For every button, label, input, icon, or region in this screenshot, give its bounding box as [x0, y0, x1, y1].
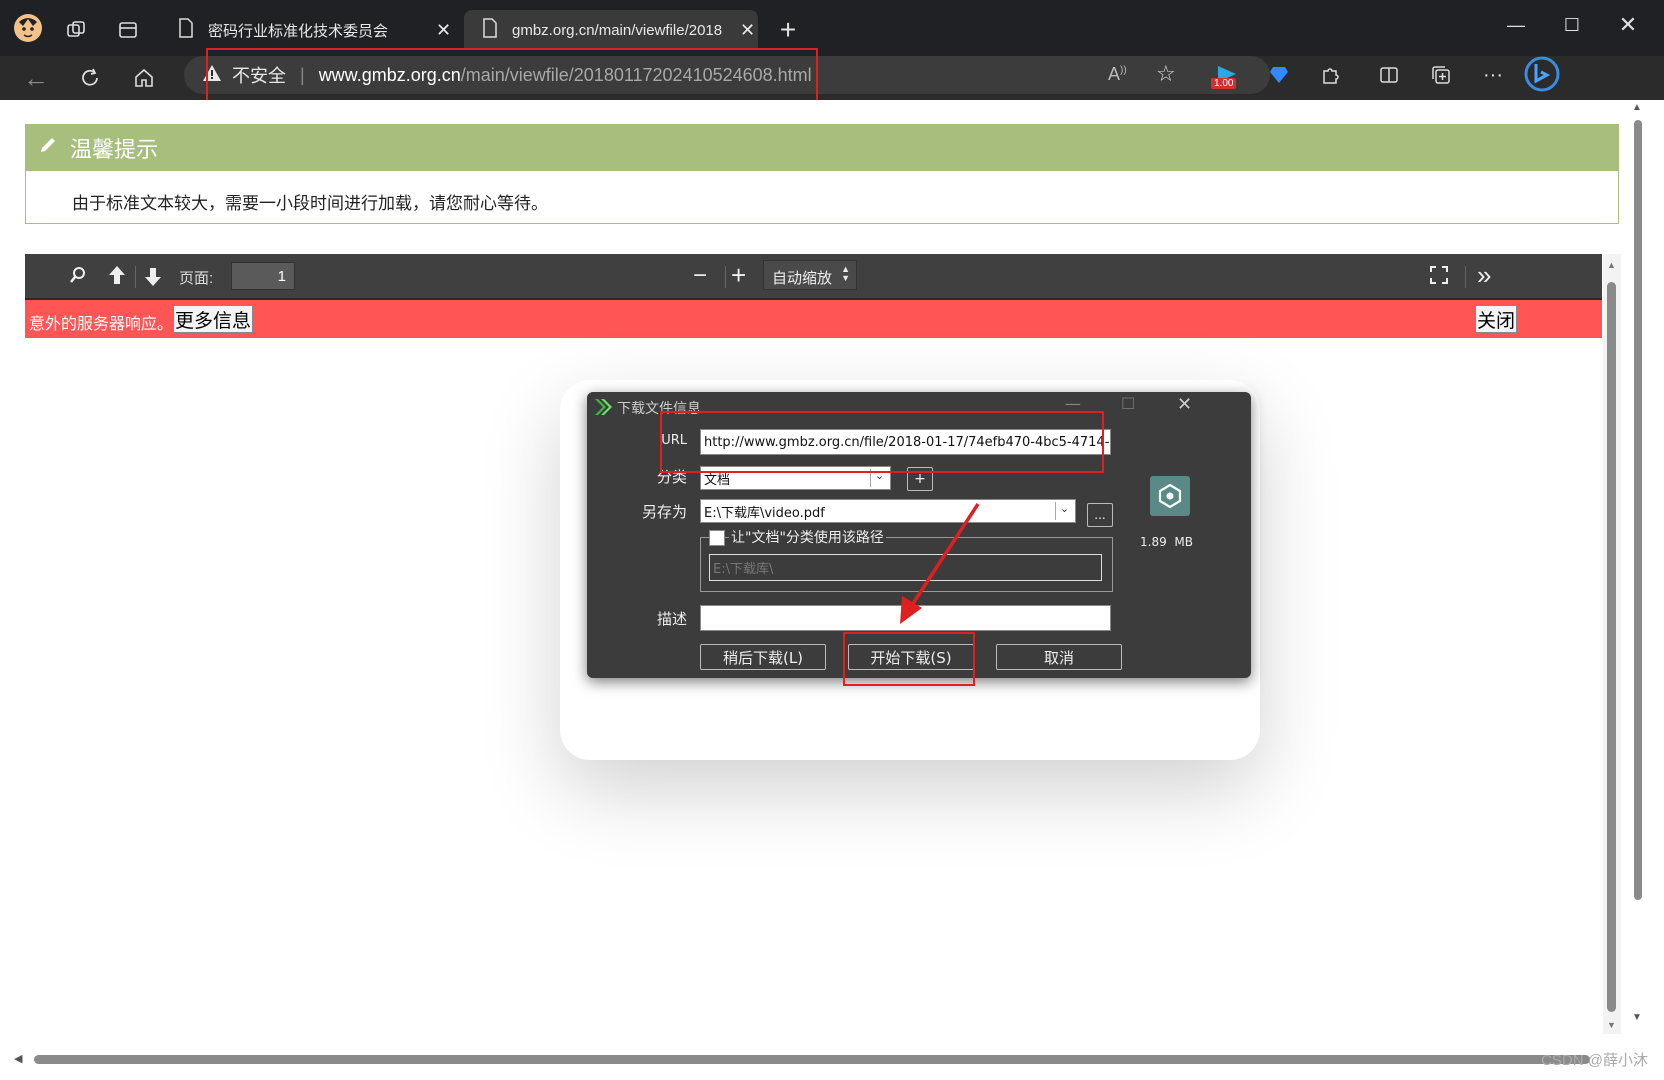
save-as-label: 另存为	[641, 503, 687, 521]
horizontal-scroll-thumb[interactable]	[34, 1055, 1590, 1064]
notice-title: 温馨提示	[70, 137, 159, 162]
close-tab-icon[interactable]: ✕	[740, 20, 755, 41]
scroll-up-icon[interactable]: ▲	[1632, 102, 1642, 113]
new-tab-icon[interactable]: +	[772, 14, 804, 46]
search-icon[interactable]	[69, 266, 87, 288]
use-path-checkbox[interactable]	[709, 530, 725, 546]
next-page-icon[interactable]	[143, 266, 163, 292]
annotation-box-dialog-url	[660, 411, 1104, 473]
toolbar-separator	[725, 266, 726, 288]
page-icon	[482, 18, 498, 42]
zoom-out-icon[interactable]: −	[693, 262, 707, 290]
cancel-button[interactable]: 取消	[996, 644, 1122, 670]
scroll-left-icon[interactable]: ◀	[14, 1052, 22, 1065]
save-path-value: E:\下载库\video.pdf	[704, 505, 825, 521]
home-icon[interactable]	[128, 62, 160, 94]
gem-extension-icon[interactable]	[1264, 60, 1294, 90]
bing-copilot-icon[interactable]	[1522, 54, 1562, 94]
tools-expand-icon[interactable]: »	[1477, 260, 1491, 291]
more-menu-icon[interactable]: ···	[1478, 60, 1508, 90]
tab-viewfile[interactable]: gmbz.org.cn/main/viewfile/2018 ✕	[464, 10, 758, 50]
split-screen-icon[interactable]	[1374, 60, 1404, 90]
zoom-select[interactable]: 自动缩放 ▲ ▼	[763, 260, 857, 290]
read-aloud-icon[interactable]: A))	[1108, 64, 1127, 85]
refresh-icon[interactable]	[74, 62, 106, 94]
back-icon[interactable]: ←	[20, 62, 52, 94]
file-type-icon	[1150, 476, 1190, 516]
tab-title: gmbz.org.cn/main/viewfile/2018	[512, 21, 723, 39]
dialog-maximize-icon[interactable]: ☐	[1121, 394, 1135, 413]
select-arrows-icon: ▲ ▼	[841, 264, 850, 283]
pdf-scroll-thumb[interactable]	[1607, 282, 1616, 1012]
browse-button[interactable]: ...	[1087, 503, 1113, 527]
zoom-select-value: 自动缩放	[772, 270, 833, 287]
notice-message: 由于标准文本较大，需要一小段时间进行加载，请您耐心等待。	[72, 194, 548, 213]
vertical-tabs-icon[interactable]	[114, 16, 142, 44]
error-message: 意外的服务器响应。	[29, 316, 174, 333]
scroll-down-icon[interactable]: ▼	[1632, 1012, 1642, 1023]
annotation-arrow	[900, 503, 980, 624]
pencil-icon	[38, 135, 58, 161]
page-vertical-scrollbar[interactable]: ▲ ▼	[1628, 100, 1646, 1050]
chevron-down-icon: ⌄	[1055, 502, 1073, 520]
watermark: CSDN @薛小沐	[1541, 1052, 1648, 1069]
pdf-error-bar: 意外的服务器响应。 更多信息 关闭	[25, 300, 1602, 338]
download-later-button[interactable]: 稍后下载(L)	[700, 644, 826, 670]
toolbar-separator	[1465, 266, 1466, 288]
extensions-puzzle-icon[interactable]	[1316, 60, 1346, 90]
download-manager-logo-icon	[593, 397, 613, 421]
page-horizontal-scrollbar[interactable]: ◀	[6, 1050, 1626, 1068]
zoom-in-icon[interactable]: +	[731, 260, 746, 291]
file-size: 1.89 MB	[1140, 535, 1193, 549]
pdf-toolbar: 页面: 1 − + 自动缩放 ▲ ▼ »	[25, 254, 1602, 300]
notice-header: 温馨提示	[26, 125, 1618, 171]
workspaces-icon[interactable]	[62, 16, 90, 44]
scroll-down-icon[interactable]: ▼	[1607, 1020, 1616, 1030]
dialog-close-icon[interactable]: ✕	[1177, 394, 1192, 415]
collections-icon[interactable]	[1426, 60, 1456, 90]
page-icon	[178, 18, 194, 42]
category-path-placeholder: E:\下载库\	[713, 562, 774, 577]
page-number-input[interactable]: 1	[231, 262, 295, 290]
tab-title: 密码行业标准化技术委员会	[208, 22, 389, 40]
scroll-up-icon[interactable]: ▲	[1607, 260, 1616, 270]
annotation-box-start-download	[843, 632, 975, 686]
toolbar-separator	[135, 266, 136, 288]
maximize-icon[interactable]: ☐	[1544, 0, 1600, 50]
minimize-icon[interactable]: —	[1488, 0, 1544, 50]
close-error-button[interactable]: 关闭	[1475, 305, 1517, 333]
close-tab-icon[interactable]: ✕	[436, 20, 451, 41]
page-label: 页面:	[179, 270, 214, 287]
profile-avatar-icon[interactable]	[12, 12, 44, 44]
tab-gmbz-home[interactable]: 密码行业标准化技术委员会 ✕	[160, 10, 454, 50]
fullscreen-icon[interactable]	[1429, 265, 1449, 289]
notice-panel: 温馨提示 由于标准文本较大，需要一小段时间进行加载，请您耐心等待。	[25, 124, 1619, 224]
checkbox-label: 让"文档"分类使用该路径	[729, 527, 886, 547]
more-info-button[interactable]: 更多信息	[173, 305, 253, 333]
favorite-star-icon[interactable]: ☆	[1156, 61, 1176, 87]
pdf-scrollbar[interactable]: ▲ ▼	[1603, 254, 1621, 1034]
previous-page-icon[interactable]	[107, 264, 127, 290]
page-scroll-thumb[interactable]	[1634, 120, 1642, 900]
extension-badge: 1.00	[1211, 78, 1237, 89]
close-window-icon[interactable]: ✕	[1600, 0, 1656, 50]
description-label: 描述	[656, 610, 687, 628]
